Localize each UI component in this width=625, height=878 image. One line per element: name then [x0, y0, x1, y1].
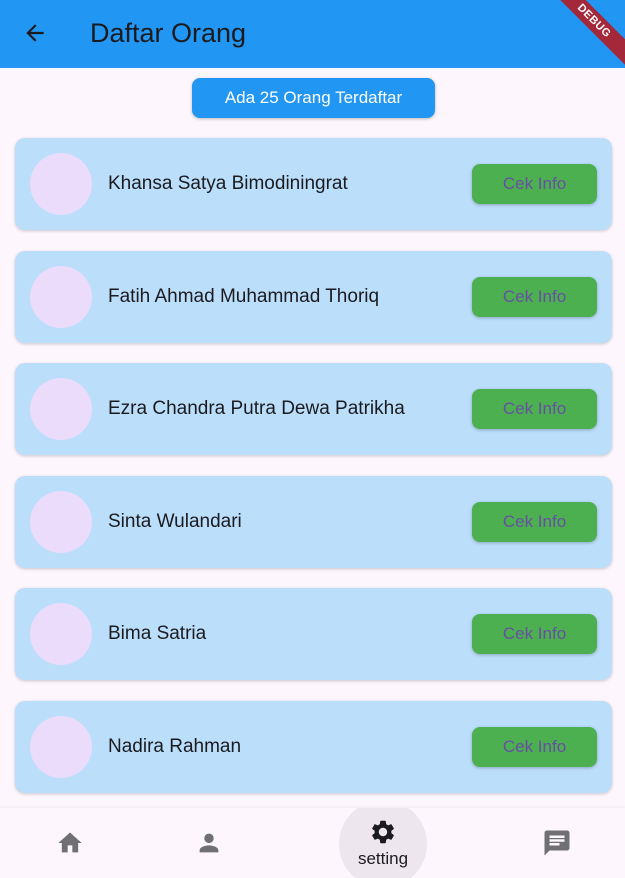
person-card: Khansa Satya Bimodiningrat Cek Info	[15, 138, 612, 230]
avatar	[30, 491, 92, 553]
bottom-navigation: setting	[0, 808, 625, 878]
avatar	[30, 603, 92, 665]
avatar	[30, 716, 92, 778]
cek-info-button[interactable]: Cek Info	[472, 389, 597, 429]
cek-info-button[interactable]: Cek Info	[472, 164, 597, 204]
registered-count-button[interactable]: Ada 25 Orang Terdaftar	[192, 78, 435, 118]
nav-label-setting: setting	[357, 848, 409, 868]
nav-item-chat[interactable]	[527, 808, 587, 878]
cek-info-button[interactable]: Cek Info	[472, 502, 597, 542]
person-name: Fatih Ahmad Muhammad Thoriq	[108, 286, 380, 307]
page-title: Daftar Orang	[90, 18, 247, 48]
avatar	[30, 153, 92, 215]
person-name: Sinta Wulandari	[108, 511, 242, 532]
person-name: Khansa Satya Bimodiningrat	[108, 173, 348, 194]
person-icon	[199, 833, 219, 853]
cek-info-button[interactable]: Cek Info	[472, 727, 597, 767]
app-bar: Daftar Orang	[0, 0, 625, 68]
avatar	[30, 266, 92, 328]
person-card: Ezra Chandra Putra Dewa Patrikha Cek Inf…	[15, 363, 612, 455]
person-card: Nadira Rahman Cek Info	[15, 701, 612, 793]
nav-item-profile[interactable]	[179, 808, 239, 878]
gear-icon	[372, 820, 394, 843]
avatar	[30, 378, 92, 440]
person-name: Ezra Chandra Putra Dewa Patrikha	[108, 398, 405, 419]
person-card: Bima Satria Cek Info	[15, 588, 612, 680]
chat-icon	[544, 830, 570, 856]
person-card: Sinta Wulandari Cek Info	[15, 476, 612, 568]
arrow-back-icon	[26, 24, 44, 42]
person-name: Nadira Rahman	[108, 736, 242, 757]
cek-info-button[interactable]: Cek Info	[472, 614, 597, 654]
nav-item-setting[interactable]: setting	[340, 808, 426, 878]
nav-item-home[interactable]	[40, 808, 100, 878]
cek-info-button[interactable]: Cek Info	[472, 277, 597, 317]
person-card: Fatih Ahmad Muhammad Thoriq Cek Info	[15, 251, 612, 343]
home-icon	[58, 832, 82, 853]
back-button[interactable]	[18, 16, 52, 50]
person-name: Bima Satria	[108, 623, 207, 644]
